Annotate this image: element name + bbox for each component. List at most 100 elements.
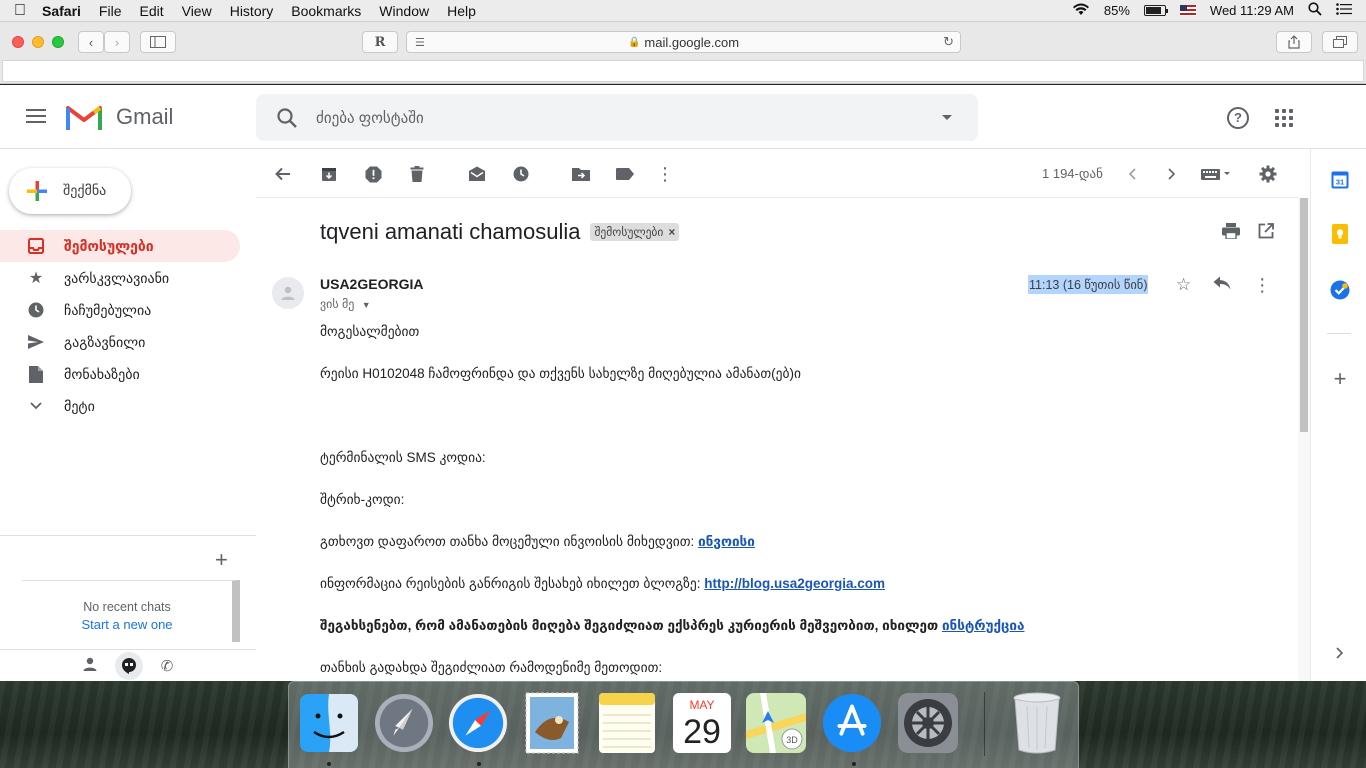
label-chip-text: შემოსულები — [594, 227, 664, 239]
input-source-flag-icon[interactable] — [1179, 5, 1196, 16]
input-tools-keyboard-icon[interactable] — [1198, 164, 1234, 184]
back-button[interactable]: ‹ — [78, 31, 104, 53]
help-icon[interactable]: ? — [1227, 107, 1249, 129]
delete-icon[interactable] — [407, 164, 427, 184]
main-menu-icon[interactable] — [26, 109, 46, 127]
menu-view[interactable]: View — [173, 3, 221, 19]
hangouts-icon[interactable] — [114, 651, 143, 680]
show-side-panel-chevron-icon[interactable] — [1330, 643, 1350, 663]
new-chat-plus-icon[interactable]: + — [215, 547, 228, 573]
print-icon[interactable] — [1222, 223, 1240, 244]
reload-icon[interactable]: ↻ — [943, 34, 954, 50]
reader-view-icon[interactable]: ☰ — [415, 36, 425, 49]
invoice-link[interactable]: ინვოისი — [698, 534, 755, 549]
dock-trash-icon[interactable] — [1007, 692, 1067, 754]
sidebar-icon — [150, 36, 166, 48]
address-bar[interactable]: ☰ 🔒 mail.google.com ↻ — [406, 31, 961, 53]
menu-help[interactable]: Help — [438, 3, 485, 19]
nav-item-starred[interactable]: ★ ვარსკვლავიანი — [0, 262, 240, 294]
spotlight-search-icon[interactable] — [1308, 2, 1322, 19]
search-icon[interactable] — [276, 107, 298, 129]
instruction-link[interactable]: ინსტრუქცია — [942, 618, 1025, 633]
phone-icon[interactable]: ✆ — [161, 657, 174, 675]
keep-app-icon[interactable] — [1330, 224, 1350, 244]
mail-folders: შემოსულები ★ ვარსკვლავიანი ჩაჩუმებულია გ… — [0, 230, 240, 422]
menu-bookmarks[interactable]: Bookmarks — [282, 3, 370, 19]
snooze-icon[interactable] — [511, 164, 531, 184]
dock-notes-icon[interactable] — [597, 692, 657, 754]
wifi-icon[interactable] — [1072, 3, 1090, 19]
nav-item-snoozed[interactable]: ჩაჩუმებულია — [0, 294, 240, 326]
dock-system-preferences-icon[interactable] — [898, 692, 958, 754]
dock-separator — [984, 692, 985, 756]
move-to-icon[interactable] — [571, 164, 591, 184]
zoom-window-button[interactable] — [52, 36, 64, 48]
label-icon[interactable] — [615, 164, 635, 184]
dock-launchpad-icon[interactable] — [374, 692, 434, 754]
reader-extension-button[interactable]: R — [362, 31, 398, 53]
compose-button[interactable]: შექმნა — [9, 168, 131, 214]
dock-mail-stamp-icon[interactable] — [522, 692, 582, 754]
calendar-app-icon[interactable]: 31 — [1330, 170, 1350, 190]
sidebar-toggle-button[interactable] — [140, 31, 176, 53]
nav-label-more: მეტი — [64, 397, 95, 414]
star-icon: ★ — [28, 270, 44, 287]
menu-app-safari[interactable]: Safari — [40, 3, 90, 19]
nav-item-inbox[interactable]: შემოსულები — [0, 230, 240, 262]
nav-item-more[interactable]: მეტი — [0, 390, 240, 422]
minimize-window-button[interactable] — [32, 36, 44, 48]
battery-icon[interactable] — [1143, 5, 1168, 16]
email-scrollbar[interactable] — [1298, 198, 1310, 681]
dock-calendar-day: 29 — [683, 713, 721, 751]
google-apps-icon[interactable] — [1275, 109, 1293, 127]
dock-safari-icon[interactable] — [448, 692, 508, 754]
reply-icon[interactable] — [1213, 275, 1231, 296]
get-addons-plus-icon[interactable]: + — [1330, 366, 1350, 391]
apple-icon[interactable]:  — [0, 2, 40, 20]
close-window-button[interactable] — [12, 36, 24, 48]
nav-label-starred: ვარსკვლავიანი — [64, 269, 170, 286]
dock-finder-icon[interactable] — [299, 692, 359, 754]
dock-maps-icon[interactable]: 3D — [746, 692, 806, 754]
favorites-bar — [2, 60, 1364, 82]
nav-item-drafts[interactable]: მონახაზები — [0, 358, 240, 390]
tasks-app-icon[interactable] — [1330, 280, 1350, 300]
back-to-inbox-icon[interactable] — [273, 164, 293, 184]
report-spam-icon[interactable] — [363, 164, 383, 184]
notification-center-icon[interactable] — [1336, 3, 1352, 18]
settings-gear-icon[interactable] — [1258, 164, 1278, 184]
star-toggle-icon[interactable]: ☆ — [1176, 275, 1191, 296]
newer-chevron-icon[interactable] — [1122, 164, 1142, 184]
dock-app-store-icon[interactable] — [822, 692, 882, 754]
recipient-dropdown[interactable]: ვის მე ▼ — [320, 297, 371, 311]
show-all-tabs-button[interactable] — [1322, 31, 1358, 53]
mail-search-bar[interactable]: ძიება ფოსტაში — [256, 94, 978, 141]
remove-label-icon[interactable]: × — [669, 227, 676, 239]
sender-avatar[interactable] — [272, 277, 304, 309]
archive-icon[interactable] — [319, 164, 339, 184]
gmail-logo[interactable]: Gmail — [66, 103, 173, 131]
nav-item-sent[interactable]: გაგზავნილი — [0, 326, 240, 358]
forward-button[interactable]: › — [104, 31, 130, 53]
dock-calendar-icon[interactable]: MAY 29 — [672, 692, 732, 754]
person-icon[interactable] — [83, 657, 97, 675]
open-in-new-window-icon[interactable] — [1258, 223, 1274, 244]
mark-unread-icon[interactable] — [467, 164, 487, 184]
menu-window[interactable]: Window — [370, 3, 438, 19]
blog-link[interactable]: http://blog.usa2georgia.com — [704, 576, 885, 591]
menu-edit[interactable]: Edit — [130, 3, 172, 19]
start-new-chat-link[interactable]: Start a new one — [22, 617, 232, 632]
more-options-icon[interactable]: ⋮ — [655, 164, 675, 184]
sender-name[interactable]: USA2GEORGIA — [320, 276, 423, 292]
menu-history[interactable]: History — [221, 3, 283, 19]
scrollbar-thumb[interactable] — [1300, 198, 1308, 432]
message-actions: ☆ ⋮ — [1176, 275, 1271, 296]
share-button[interactable] — [1276, 31, 1312, 53]
message-more-options-icon[interactable]: ⋮ — [1253, 275, 1271, 296]
menubar-clock[interactable]: Wed 11:29 AM — [1210, 3, 1294, 18]
search-options-caret-icon[interactable] — [942, 115, 952, 120]
menu-file[interactable]: File — [90, 3, 131, 19]
address-text: mail.google.com — [644, 34, 740, 50]
older-chevron-icon[interactable] — [1162, 164, 1182, 184]
nav-label-inbox: შემოსულები — [64, 237, 154, 254]
